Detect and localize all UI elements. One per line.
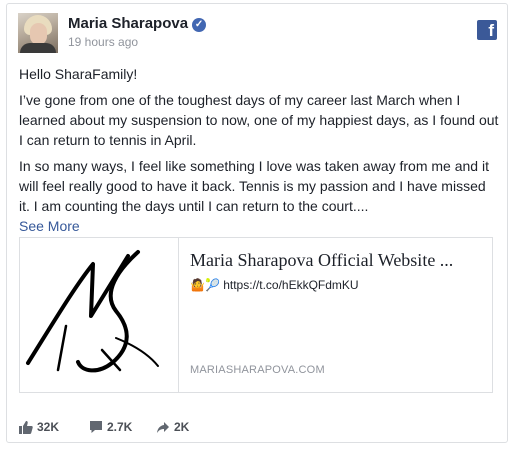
post-paragraph: Hello SharaFamily! (19, 66, 138, 82)
author-name-row: Maria Sharapova ✓ (68, 15, 207, 32)
see-more-link[interactable]: See More (19, 216, 499, 236)
likes-count[interactable]: 32K (19, 420, 59, 434)
link-description: 🤷🎾 https://t.co/hEkkQFdmKU (190, 278, 359, 292)
post-header: Maria Sharapova ✓ 19 hours ago f (18, 13, 498, 53)
post-body: Hello SharaFamily! I’ve gone from one of… (19, 64, 499, 236)
link-domain: MARIASHARAPOVA.COM (190, 364, 325, 376)
shares-value: 2K (174, 420, 190, 434)
share-arrow-icon (157, 422, 169, 433)
comments-value: 2.7K (107, 420, 133, 434)
facebook-post: Maria Sharapova ✓ 19 hours ago f Hello Sh… (6, 3, 508, 443)
post-paragraph: I’ve gone from one of the toughest days … (19, 92, 499, 148)
avatar-face (30, 23, 47, 45)
comment-icon (90, 421, 102, 433)
shares-count[interactable]: 2K (156, 420, 189, 434)
thumbs-up-icon (19, 421, 33, 434)
ms-monogram-logo (26, 250, 159, 373)
avatar[interactable] (18, 13, 58, 53)
post-timestamp[interactable]: 19 hours ago (68, 35, 138, 49)
verified-check-icon: ✓ (192, 18, 207, 32)
link-preview-card[interactable]: Maria Sharapova Official Website ... 🤷🎾 … (19, 237, 493, 393)
comments-count[interactable]: 2.7K (89, 420, 132, 434)
link-preview-image[interactable] (20, 238, 179, 392)
author-name[interactable]: Maria Sharapova (68, 15, 188, 32)
post-paragraph: In so many ways, I feel like something I… (19, 158, 489, 214)
link-title[interactable]: Maria Sharapova Official Website ... (190, 250, 486, 271)
avatar-shoulder (20, 43, 56, 53)
facebook-icon[interactable]: f (477, 20, 497, 40)
likes-value: 32K (37, 420, 60, 434)
